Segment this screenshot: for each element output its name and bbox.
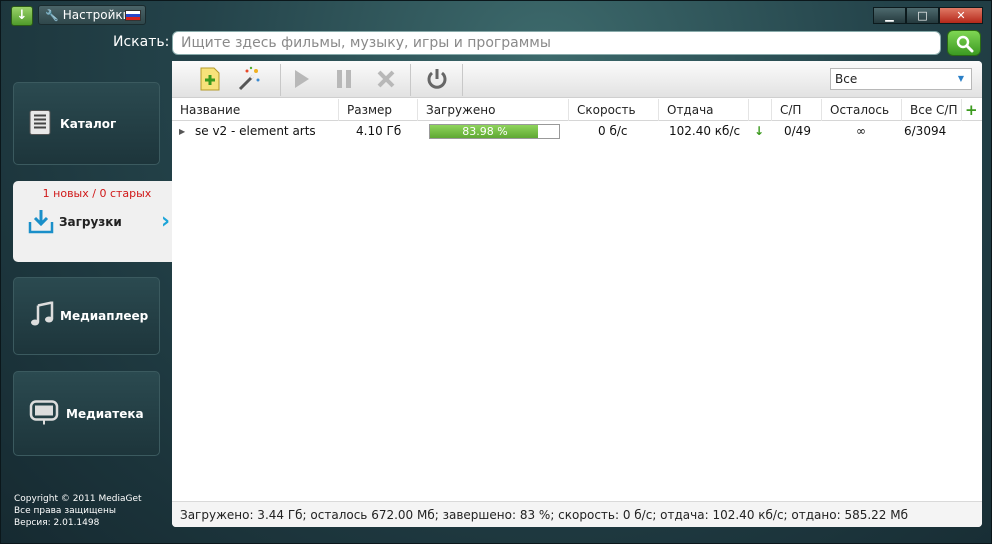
sidebar-item-label: Медиатека [66, 406, 144, 421]
add-torrent-button[interactable] [196, 65, 224, 93]
settings-button[interactable]: 🔧 Настройки [38, 5, 146, 25]
mediaget-logo-icon[interactable]: ↓ [11, 6, 33, 26]
chevron-right-icon: › [161, 209, 171, 234]
expand-arrow-icon[interactable]: ▶ [179, 122, 185, 141]
downloads-icon [28, 208, 54, 237]
search-input[interactable] [172, 31, 941, 55]
sidebar-item-label: Каталог [60, 116, 117, 131]
downloads-panel: Все ▼ Название Размер Загружено Скорость… [172, 61, 982, 527]
row-upload: 102.40 кб/с [669, 124, 741, 138]
play-button[interactable] [287, 65, 315, 93]
add-file-icon [200, 67, 220, 91]
row-speed: 0 б/с [598, 124, 628, 138]
music-note-icon [29, 300, 55, 331]
sidebar-item-downloads[interactable]: 1 новых / 0 старых Загрузки › [13, 181, 173, 262]
sidebar-item-medialibrary[interactable]: Медиатека [13, 371, 160, 456]
toolbar-separator [462, 64, 463, 96]
col-name[interactable]: Название [172, 99, 339, 121]
x-icon [377, 70, 395, 88]
filter-value: Все [835, 72, 858, 86]
search-button[interactable] [947, 30, 981, 56]
wrench-icon: 🔧 [45, 9, 59, 22]
play-icon [295, 70, 309, 88]
copyright-info: Copyright © 2011 MediaGet Все права защи… [14, 493, 142, 529]
delete-button[interactable] [372, 65, 400, 93]
toolbar-separator [280, 64, 281, 96]
col-speed[interactable]: Скорость [569, 99, 659, 121]
filter-select[interactable]: Все ▼ [830, 68, 972, 90]
media-library-icon [29, 398, 59, 429]
col-size[interactable]: Размер [339, 99, 418, 121]
row-remaining: ∞ [856, 124, 866, 138]
minimize-button[interactable]: ▁ [873, 7, 906, 24]
sidebar-item-mediaplayer[interactable]: Медиаплеер [13, 277, 160, 355]
sidebar-item-label: Медиаплеер [60, 309, 149, 323]
progress-text: 83.98 % [462, 125, 508, 138]
titlebar: ↓ 🔧 Настройки ▁ □ ✕ [1, 1, 992, 29]
sidebar-item-catalog[interactable]: Каталог [13, 82, 160, 165]
maximize-button[interactable]: □ [906, 7, 939, 24]
version-line: Версия: 2.01.1498 [14, 518, 100, 528]
row-seeds-peers: 0/49 [784, 124, 811, 138]
rights-line: Все права защищены [14, 506, 116, 516]
row-name: se v2 - element arts [195, 124, 316, 138]
russian-flag-icon[interactable] [125, 10, 141, 21]
magic-wand-icon [238, 66, 260, 91]
col-seeds-peers[interactable]: С/П [772, 99, 822, 121]
row-all-seeds-peers: 6/3094 [904, 124, 947, 138]
search-icon [956, 35, 974, 53]
app-window: ↓ 🔧 Настройки ▁ □ ✕ Искать: Ищите здесь … [0, 0, 992, 544]
toolbar: Все ▼ [172, 61, 982, 98]
toolbar-separator [410, 64, 411, 96]
sidebar-item-label: Загрузки [59, 215, 122, 229]
download-progress-bar: 83.98 % [429, 124, 560, 139]
status-bar: Загружено: 3.44 Гб; осталось 672.00 Мб; … [172, 501, 982, 527]
row-size: 4.10 Гб [356, 124, 402, 138]
copyright-line: Copyright © 2011 MediaGet [14, 494, 142, 504]
col-remaining[interactable]: Осталось [822, 99, 902, 121]
col-downloaded[interactable]: Загружено [418, 99, 569, 121]
download-arrow-icon: ↓ [754, 124, 765, 138]
search-label: Искать: [113, 34, 170, 50]
magic-wand-button[interactable] [234, 65, 262, 93]
catalog-icon [29, 109, 51, 138]
col-spacer [749, 99, 772, 121]
dropdown-arrow-icon: ▼ [957, 74, 965, 83]
table-row[interactable]: ▶ se v2 - element arts 4.10 Гб 83.98 % 0… [172, 122, 982, 141]
pause-icon [337, 70, 351, 88]
add-column-icon[interactable]: + [962, 99, 982, 121]
power-icon [427, 69, 447, 89]
power-button[interactable] [423, 65, 451, 93]
settings-label: Настройки [62, 8, 131, 22]
table-header: Название Размер Загружено Скорость Отдач… [172, 99, 982, 121]
window-controls: ▁ □ ✕ [873, 7, 983, 25]
pause-button[interactable] [330, 65, 358, 93]
col-all-seeds-peers[interactable]: Все С/П [902, 99, 962, 121]
col-upload[interactable]: Отдача [659, 99, 749, 121]
downloads-counts: 1 новых / 0 старых [42, 187, 152, 200]
close-button[interactable]: ✕ [939, 7, 983, 24]
